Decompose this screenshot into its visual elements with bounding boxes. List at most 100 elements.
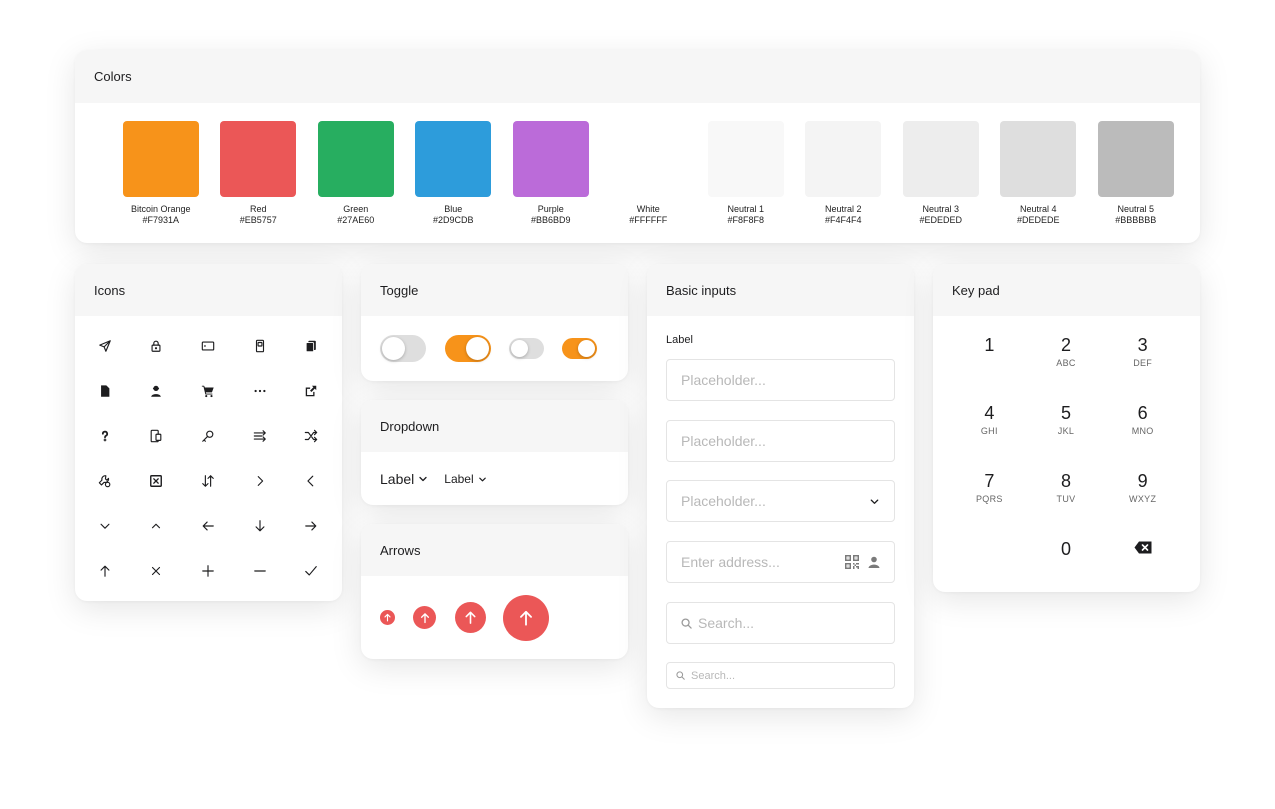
arrow-right-icon[interactable]: [285, 503, 337, 548]
swatch-color[interactable]: [512, 121, 589, 197]
toggle-small-on[interactable]: [562, 338, 597, 359]
keypad-key-9[interactable]: 9 WXYZ: [1104, 465, 1181, 533]
device-icon[interactable]: [234, 323, 286, 368]
lock-icon[interactable]: [131, 323, 183, 368]
text-input[interactable]: Placeholder...: [666, 359, 895, 401]
swatch-name: Bitcoin Orange: [130, 204, 191, 214]
swatch-item: Bitcoin Orange #F7931A: [112, 121, 210, 225]
dropdown-row: Label Label: [380, 471, 487, 487]
arrow-down-icon[interactable]: [234, 503, 286, 548]
dropdown-large[interactable]: Label: [380, 471, 428, 487]
keypad-key-1[interactable]: 1: [951, 329, 1028, 397]
swatch-color[interactable]: [317, 121, 394, 197]
key-icon[interactable]: [182, 413, 234, 458]
search-placeholder: Search...: [698, 615, 755, 631]
key-letters: WXYZ: [1129, 494, 1157, 504]
cart-icon[interactable]: [182, 368, 234, 413]
swatch-name: Neutral 5: [1117, 204, 1155, 214]
arrows-title: Arrows: [361, 524, 628, 576]
sort-icon[interactable]: [182, 458, 234, 503]
arrow-up-button-sm[interactable]: [413, 606, 436, 629]
key-digit: 9: [1137, 471, 1148, 491]
key-letters: PQRS: [975, 494, 1003, 504]
key-digit: 0: [1060, 539, 1071, 559]
arrow-up-button-lg[interactable]: [503, 594, 549, 641]
basic-inputs-title: Basic inputs: [647, 264, 914, 316]
keypad-key-6[interactable]: 6 MNO: [1104, 397, 1181, 465]
dropdown-small[interactable]: Label: [444, 472, 486, 486]
toggle-knob: [511, 340, 528, 357]
keypad-key-0[interactable]: 0: [1028, 533, 1105, 592]
search-placeholder: Search...: [691, 669, 736, 682]
arrow-left-icon[interactable]: [182, 503, 234, 548]
swatch-color[interactable]: [415, 121, 492, 197]
arrow-up-button-xs[interactable]: [380, 610, 395, 625]
swatch-color[interactable]: [220, 121, 297, 197]
keypad-key-5[interactable]: 5 JKL: [1028, 397, 1105, 465]
keypad-key-2[interactable]: 2 ABC: [1028, 329, 1105, 397]
contact-icon[interactable]: [868, 556, 880, 568]
key-letters: GHI: [980, 426, 998, 436]
swatch-color[interactable]: [1000, 121, 1077, 197]
keypad-key-7[interactable]: 7 PQRS: [951, 465, 1028, 533]
close-box-icon[interactable]: [131, 458, 183, 503]
swatch-color[interactable]: [805, 121, 882, 197]
chevron-down-icon[interactable]: [79, 503, 131, 548]
text-input[interactable]: Placeholder...: [666, 420, 895, 462]
shuffle-icon[interactable]: [285, 413, 337, 458]
user-icon[interactable]: [131, 368, 183, 413]
plus-icon[interactable]: [182, 548, 234, 593]
close-icon[interactable]: [131, 548, 183, 593]
copy-icon[interactable]: [285, 323, 337, 368]
swatch-color[interactable]: [707, 121, 784, 197]
colors-title: Colors: [75, 50, 1200, 103]
more-icon[interactable]: [234, 368, 286, 413]
arrow-up-button-md[interactable]: [455, 602, 486, 633]
key-letters: ABC: [1056, 358, 1076, 368]
swatch-color[interactable]: [1097, 121, 1174, 197]
swatch-color[interactable]: [902, 121, 979, 197]
help-icon[interactable]: [79, 413, 131, 458]
send-icon[interactable]: [79, 323, 131, 368]
swatch-color[interactable]: [610, 121, 687, 197]
keypad-key-4[interactable]: 4 GHI: [951, 397, 1028, 465]
search-icon: [676, 671, 685, 680]
key-digit: 3: [1137, 335, 1148, 355]
arrow-up-icon: [420, 612, 429, 623]
swatch-color[interactable]: [122, 121, 199, 197]
transfer-icon[interactable]: [234, 413, 286, 458]
icons-title: Icons: [75, 264, 342, 316]
chevron-up-icon[interactable]: [131, 503, 183, 548]
swatch-item: Neutral 1 #F8F8F8: [697, 121, 795, 225]
search-input[interactable]: Search...: [666, 602, 895, 644]
chevron-left-icon[interactable]: [285, 458, 337, 503]
settings-icon[interactable]: [79, 458, 131, 503]
swatch-hex: #F8F8F8: [727, 214, 764, 225]
dropdown-title: Dropdown: [361, 400, 628, 452]
card-icon[interactable]: [182, 323, 234, 368]
keypad-delete-button[interactable]: [1104, 533, 1181, 592]
keypad-key-3[interactable]: 3 DEF: [1104, 329, 1181, 397]
swatch-name: Green: [343, 204, 369, 214]
toggle-large-on[interactable]: [445, 335, 491, 362]
search-input-small[interactable]: Search...: [666, 662, 895, 689]
minus-icon[interactable]: [234, 548, 286, 593]
toggle-large-off[interactable]: [380, 335, 426, 362]
address-input[interactable]: Enter address...: [666, 541, 895, 583]
select-input[interactable]: Placeholder...: [666, 480, 895, 522]
key-letters: TUV: [1056, 494, 1076, 504]
key-digit: 4: [984, 403, 995, 423]
arrow-up-icon[interactable]: [79, 548, 131, 593]
mobile-icon[interactable]: [131, 413, 183, 458]
search-icon: [681, 617, 692, 629]
dropdown-label: Label: [444, 472, 474, 486]
external-link-icon[interactable]: [285, 368, 337, 413]
check-icon[interactable]: [285, 548, 337, 593]
qr-code-icon[interactable]: [845, 555, 859, 569]
swatch-name: Blue: [444, 204, 463, 214]
swatch-hex: #FFFFFF: [629, 214, 668, 225]
document-icon[interactable]: [79, 368, 131, 413]
toggle-small-off[interactable]: [509, 338, 544, 359]
keypad-key-8[interactable]: 8 TUV: [1028, 465, 1105, 533]
chevron-right-icon[interactable]: [234, 458, 286, 503]
